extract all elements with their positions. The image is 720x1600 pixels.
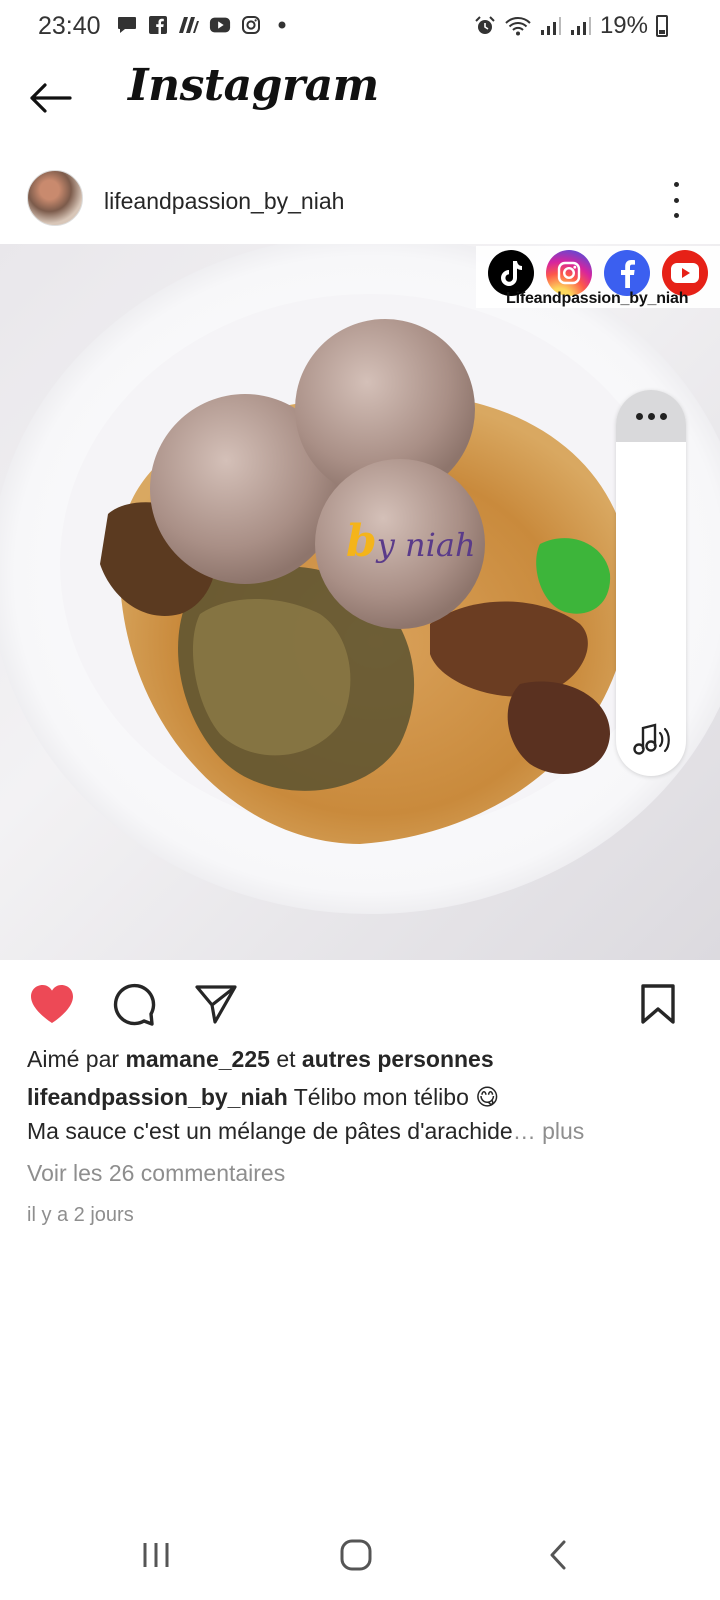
nav-back-icon <box>550 1540 566 1570</box>
caption: lifeandpassion_by_niah Télibo mon télibo… <box>27 1082 697 1112</box>
alarm-icon <box>474 15 496 37</box>
battery-icon <box>656 15 668 37</box>
dot-icon <box>659 412 667 420</box>
more-options-button[interactable] <box>662 180 690 220</box>
facebook-icon <box>147 14 169 36</box>
system-nav-bar <box>0 1510 720 1600</box>
comment-button[interactable] <box>110 980 158 1028</box>
dot-icon <box>673 213 679 218</box>
battery-level: 19% <box>599 12 648 39</box>
app-header: Instagram <box>0 52 720 142</box>
food-photo <box>0 244 720 914</box>
status-system-icons: 19% <box>474 12 668 40</box>
share-button[interactable] <box>192 980 240 1028</box>
post-timestamp: il y a 2 jours <box>27 1204 134 1226</box>
app-title: Instagram <box>128 60 379 111</box>
home-icon <box>340 1539 372 1571</box>
back-button[interactable] <box>26 74 74 122</box>
signal-icon <box>540 15 562 37</box>
likes-user[interactable]: mamane_225 <box>125 1046 270 1072</box>
view-comments-link[interactable]: Voir les 26 commentaires <box>27 1158 697 1188</box>
likes-summary[interactable]: Aimé par mamane_225 et autres personnes <box>27 1044 697 1074</box>
save-button[interactable] <box>634 980 682 1028</box>
send-icon <box>195 985 237 1024</box>
like-button[interactable] <box>28 980 76 1028</box>
social-handle: Lifeandpassion_by_niah <box>506 290 689 307</box>
home-button[interactable] <box>326 1530 386 1580</box>
caption-more-link[interactable]: … plus <box>513 1118 585 1144</box>
post-header: lifeandpassion_by_niah <box>0 160 720 240</box>
status-notification-icons <box>116 14 293 36</box>
dot-icon <box>673 182 679 187</box>
wifi-icon <box>504 15 532 37</box>
recent-apps-icon <box>143 1543 169 1567</box>
caption-username[interactable]: lifeandpassion_by_niah <box>27 1084 288 1110</box>
social-banner: Lifeandpassion_by_niah <box>476 246 720 308</box>
signal-icon <box>570 15 592 37</box>
caption-line2: Ma sauce c'est un mélange de pâtes d'ara… <box>27 1118 513 1144</box>
avatar[interactable] <box>27 170 83 226</box>
message-icon <box>116 14 138 36</box>
likes-others[interactable]: autres personnes <box>302 1046 494 1072</box>
dot-icon <box>673 197 679 203</box>
heart-filled-icon <box>31 985 73 1023</box>
arrow-left-icon <box>30 83 72 113</box>
youtube-icon <box>209 14 231 36</box>
floating-panel <box>616 390 686 776</box>
post-username[interactable]: lifeandpassion_by_niah <box>104 188 344 215</box>
caption-text: Télibo mon télibo 😋 <box>287 1084 500 1110</box>
watermark: by niah <box>346 516 476 567</box>
dot-icon <box>647 412 655 420</box>
status-time: 23:40 <box>38 12 101 40</box>
recent-apps-button[interactable] <box>126 1530 186 1580</box>
nav-back-button[interactable] <box>528 1530 588 1580</box>
instagram-icon <box>240 14 262 36</box>
post-actions <box>0 980 720 1036</box>
comment-icon <box>113 983 156 1026</box>
bookmark-icon <box>641 984 675 1024</box>
post-image[interactable]: Lifeandpassion_by_niah by niah <box>0 244 720 960</box>
caption-continued: Ma sauce c'est un mélange de pâtes d'ara… <box>27 1116 697 1146</box>
music-sound-icon <box>633 723 670 755</box>
audio-button[interactable] <box>629 722 673 758</box>
dot-icon <box>271 14 293 36</box>
status-bar: 23:40 19% <box>0 0 720 52</box>
dot-icon <box>635 412 643 420</box>
notification-icon <box>178 14 200 36</box>
